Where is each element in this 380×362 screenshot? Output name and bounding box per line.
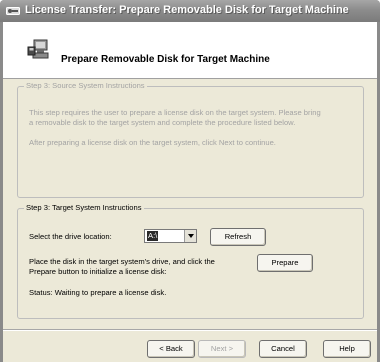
cancel-button[interactable]: Cancel [259, 340, 307, 358]
place-disk-line-1: Place the disk in the target system's dr… [29, 257, 215, 266]
drive-location-label: Select the drive location: [29, 232, 112, 241]
target-group-legend: Step 3: Target System Instructions [24, 203, 144, 212]
computer-disk-icon [27, 38, 49, 60]
next-button[interactable]: Next > [198, 340, 246, 358]
drive-location-select[interactable]: A:\ [144, 229, 197, 243]
back-button[interactable]: < Back [147, 340, 195, 358]
app-icon [6, 5, 20, 17]
dialog-body: Prepare Removable Disk for Target Machin… [3, 22, 377, 362]
source-instructions-group: Step 3: Source System Instructions This … [17, 81, 364, 198]
help-button[interactable]: Help [323, 340, 371, 358]
wizard-header: Prepare Removable Disk for Target Machin… [3, 22, 377, 79]
source-line-1: This step requires the user to prepare a… [29, 108, 321, 117]
page-title: Prepare Removable Disk for Target Machin… [61, 54, 270, 65]
dropdown-arrow-icon[interactable] [184, 230, 196, 242]
footer-separator [3, 329, 377, 331]
license-transfer-window: License Transfer: Prepare Removable Disk… [0, 0, 380, 362]
window-title: License Transfer: Prepare Removable Disk… [25, 4, 349, 16]
drive-selected-value: A:\ [147, 231, 159, 241]
refresh-button[interactable]: Refresh [210, 228, 266, 246]
place-disk-line-2: Prepare button to initialize a license d… [29, 267, 167, 276]
prepare-button[interactable]: Prepare [257, 254, 313, 272]
title-bar[interactable]: License Transfer: Prepare Removable Disk… [0, 0, 380, 22]
source-line-3: After preparing a license disk on the ta… [29, 138, 276, 147]
source-line-2: a removable disk to the target system an… [29, 118, 296, 127]
status-text: Status: Waiting to prepare a license dis… [29, 288, 167, 297]
source-group-legend: Step 3: Source System Instructions [24, 81, 147, 90]
